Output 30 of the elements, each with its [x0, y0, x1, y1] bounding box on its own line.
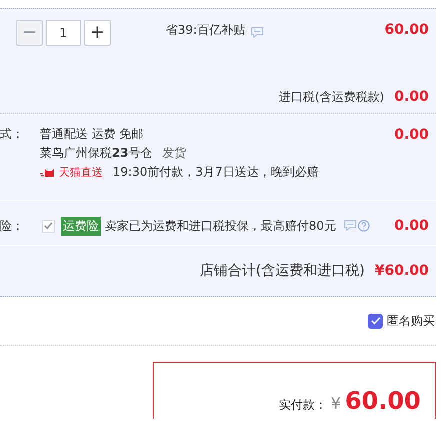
insurance-text: 卖家已为运费和进口税投保，最高赔付80元: [105, 218, 336, 234]
chat-icon[interactable]: [344, 220, 358, 231]
currency-sign: ¥: [330, 394, 342, 413]
payment-amount: 60.00: [345, 387, 421, 415]
increase-button[interactable]: +: [84, 20, 111, 46]
quantity-field[interactable]: 1: [46, 20, 81, 46]
import-tax-amount: 0.00: [394, 89, 429, 105]
anonymous-checkbox[interactable]: [368, 314, 383, 328]
insurance-label: 险：: [0, 218, 25, 234]
dispatch-label: 发货: [162, 145, 187, 162]
import-tax-label: 进口税(含运费税款): [279, 88, 384, 106]
shipping-label: 式：: [0, 126, 25, 143]
check-icon: [44, 222, 53, 230]
payment-label: 实付款：: [278, 397, 327, 414]
express-label: 天猫直送: [59, 165, 103, 180]
insurance-tag: 运费险: [61, 216, 101, 236]
warehouse-name: 菜鸟广州保税23号仓: [40, 145, 153, 162]
store-total-amount: ¥60.00: [374, 263, 429, 279]
item-price: 60.00: [384, 22, 429, 38]
help-icon[interactable]: [358, 220, 370, 232]
check-icon: [370, 317, 380, 325]
anonymous-label: 匿名购买: [387, 312, 435, 330]
promo-label: 省39:百亿补贴: [166, 22, 246, 39]
insurance-amount: 0.00: [394, 218, 429, 234]
shipping-method: 普通配送 运费 免邮: [40, 126, 144, 143]
delivery-promise: 19:30前付款，3月7日送达，晚到必赔: [113, 164, 319, 181]
cat-head-icon: [40, 168, 56, 177]
shipping-amount: 0.00: [394, 126, 429, 142]
store-total-label: 店铺合计(含运费和进口税): [200, 262, 365, 280]
chat-icon[interactable]: [251, 27, 264, 38]
